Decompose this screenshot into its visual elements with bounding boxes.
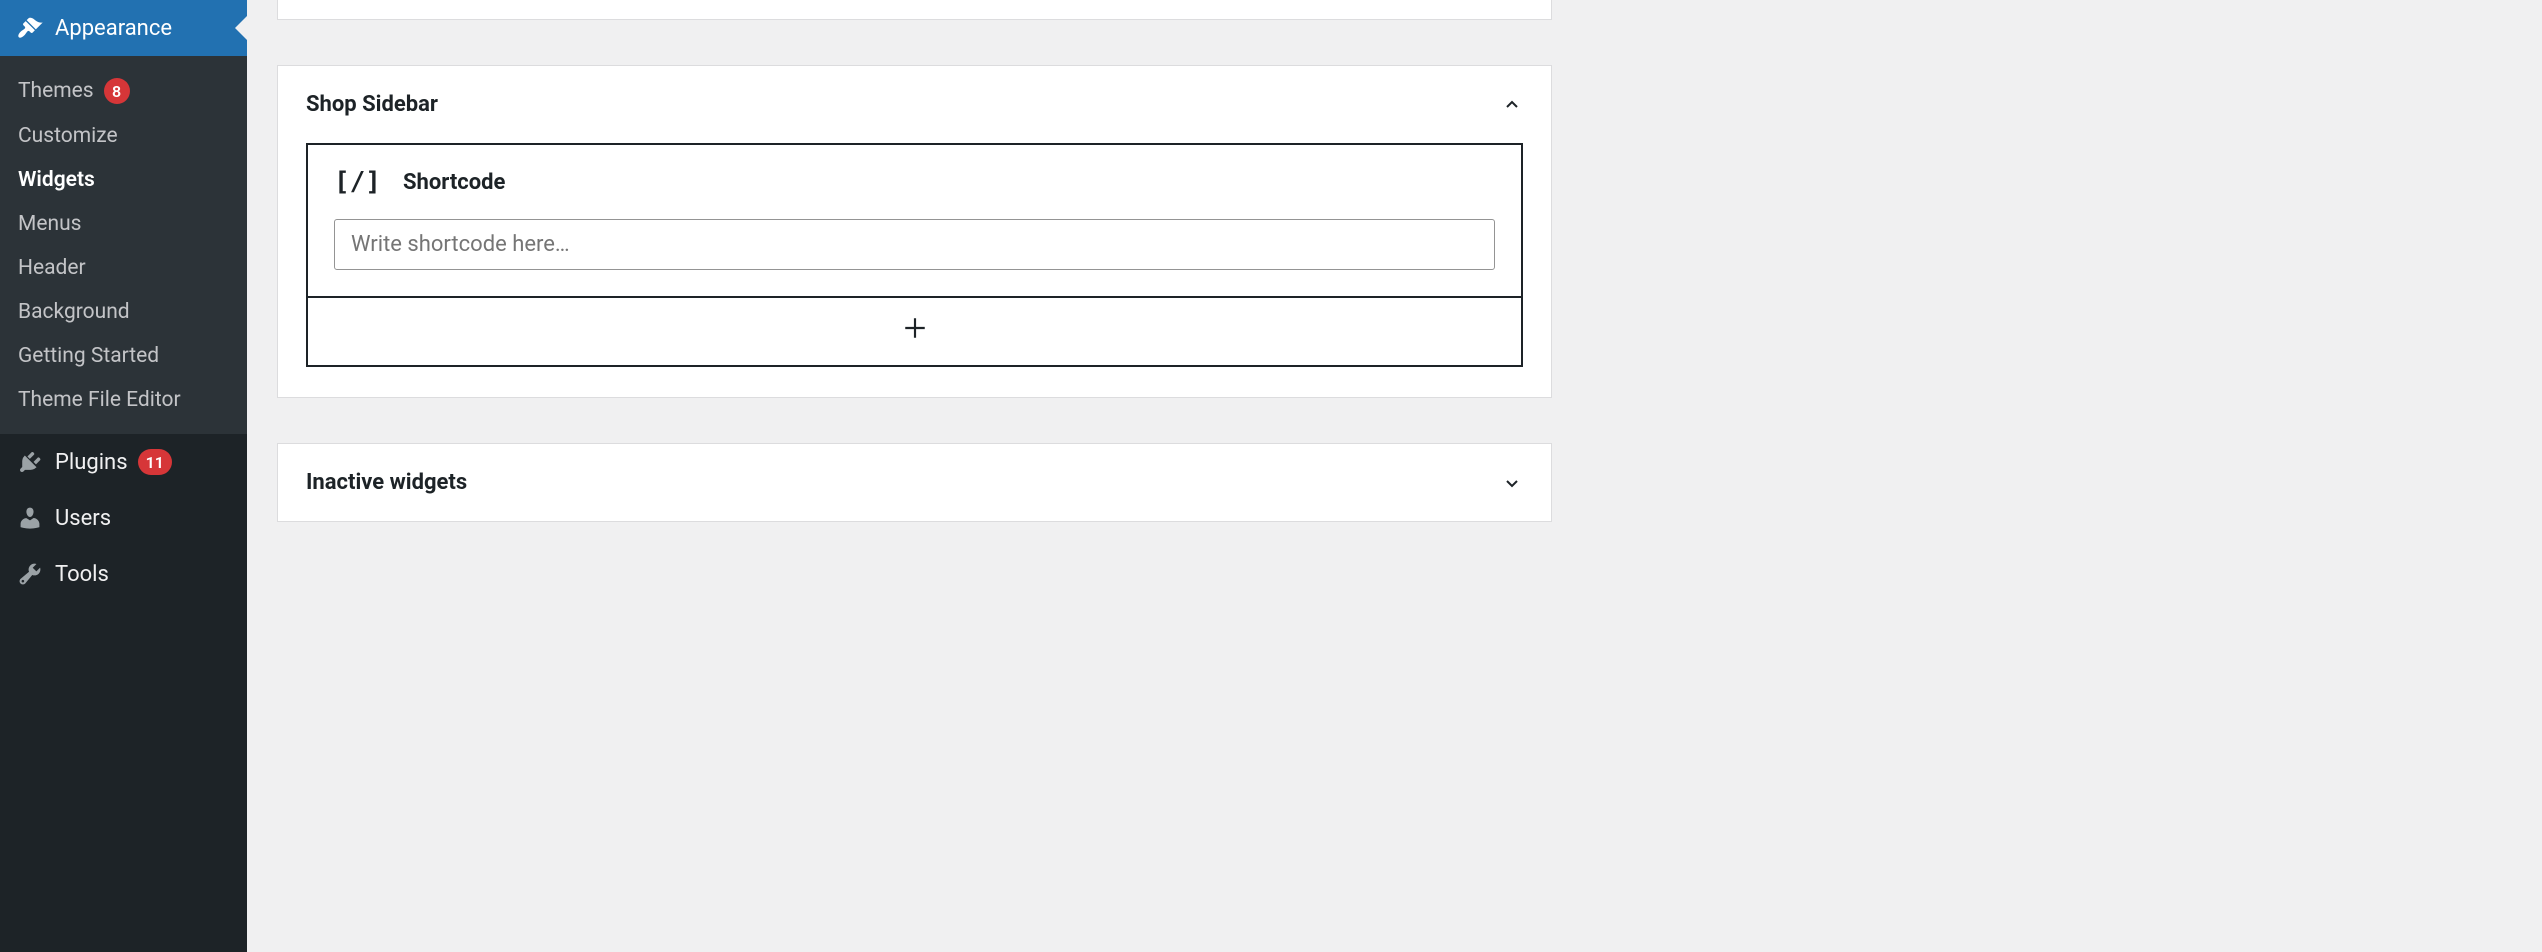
user-icon — [15, 505, 45, 531]
sidebar-item-users[interactable]: Users — [0, 490, 247, 546]
plug-icon — [15, 449, 45, 475]
sidebar-item-plugins[interactable]: Plugins 11 — [0, 434, 247, 490]
sidebar-subitem-customize[interactable]: Customize — [0, 114, 247, 158]
main-content: Shop Sidebar [/] Shortcode Inactive wi — [247, 0, 1582, 522]
sidebar-label-plugins: Plugins — [55, 450, 128, 475]
panel-inactive-widgets: Inactive widgets — [277, 443, 1552, 522]
panel-body-shop-sidebar: [/] Shortcode — [278, 143, 1551, 397]
shortcode-input[interactable] — [334, 219, 1495, 270]
admin-sidebar: Appearance Themes 8 Customize Widgets Me… — [0, 0, 247, 952]
chevron-down-icon — [1501, 472, 1523, 494]
panel-title-inactive-widgets: Inactive widgets — [306, 470, 467, 495]
sidebar-subitem-getting-started[interactable]: Getting Started — [0, 334, 247, 378]
sidebar-label-appearance: Appearance — [55, 16, 172, 41]
plus-icon — [902, 314, 928, 349]
wrench-icon — [15, 561, 45, 587]
sidebar-subitem-theme-file-editor[interactable]: Theme File Editor — [0, 378, 247, 422]
sidebar-subitem-menus[interactable]: Menus — [0, 202, 247, 246]
plugins-badge: 11 — [138, 449, 172, 475]
chevron-up-icon — [1501, 94, 1523, 116]
shortcode-icon: [/] — [334, 167, 381, 197]
brush-icon — [15, 15, 45, 41]
sidebar-item-appearance[interactable]: Appearance — [0, 0, 247, 56]
panel-title-shop-sidebar: Shop Sidebar — [306, 92, 438, 117]
sidebar-subitem-background[interactable]: Background — [0, 290, 247, 334]
shortcode-widget-header: [/] Shortcode — [334, 167, 1495, 197]
sidebar-label-users: Users — [55, 506, 111, 531]
panel-previous-bottom — [277, 0, 1552, 20]
add-block-button[interactable] — [306, 297, 1523, 367]
sidebar-subitem-widgets[interactable]: Widgets — [0, 158, 247, 202]
shortcode-block-title: Shortcode — [403, 170, 505, 195]
sidebar-submenu-appearance: Themes 8 Customize Widgets Menus Header … — [0, 56, 247, 434]
panel-shop-sidebar: Shop Sidebar [/] Shortcode — [277, 65, 1552, 398]
panel-toggle-shop-sidebar[interactable]: Shop Sidebar — [278, 66, 1551, 143]
sidebar-label-tools: Tools — [55, 562, 109, 587]
sidebar-subitem-themes[interactable]: Themes 8 — [0, 68, 247, 114]
panel-toggle-inactive-widgets[interactable]: Inactive widgets — [278, 444, 1551, 521]
sidebar-subitem-header[interactable]: Header — [0, 246, 247, 290]
sidebar-item-tools[interactable]: Tools — [0, 546, 247, 602]
shortcode-widget-block[interactable]: [/] Shortcode — [306, 143, 1523, 298]
themes-badge: 8 — [104, 78, 130, 104]
